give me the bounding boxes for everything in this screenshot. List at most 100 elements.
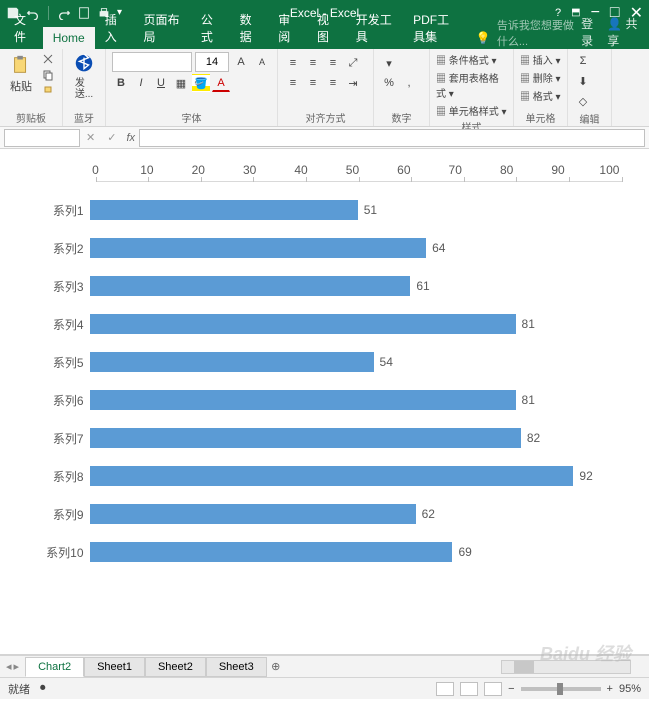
bar[interactable] xyxy=(90,504,416,524)
zoom-out-button[interactable]: − xyxy=(508,683,514,695)
tell-me-input[interactable]: 告诉我您想要做什么... xyxy=(497,17,581,49)
save-icon[interactable] xyxy=(6,6,20,20)
tab-formulas[interactable]: 公式 xyxy=(191,7,230,49)
normal-view-icon[interactable] xyxy=(436,682,454,696)
bar-row: 系列782 xyxy=(28,419,622,457)
tab-layout[interactable]: 页面布局 xyxy=(133,7,190,49)
align-right-icon[interactable]: ≡ xyxy=(324,74,342,92)
page-break-view-icon[interactable] xyxy=(484,682,502,696)
macro-record-icon[interactable]: ⏺ xyxy=(40,682,46,695)
bar[interactable] xyxy=(90,276,411,296)
clear-icon[interactable]: ◇ xyxy=(574,92,592,110)
name-box[interactable] xyxy=(4,129,80,147)
align-bottom-icon[interactable]: ≡ xyxy=(324,54,342,72)
bar[interactable] xyxy=(90,352,374,372)
font-label: 字体 xyxy=(112,109,271,125)
format-painter-icon[interactable] xyxy=(40,84,56,98)
copy-icon[interactable] xyxy=(40,68,56,82)
tab-pdf[interactable]: PDF工具集 xyxy=(403,7,470,49)
bluetooth-button[interactable]: 发送... xyxy=(69,52,99,102)
bar-value-label: 92 xyxy=(579,466,592,486)
bluetooth-label: 蓝牙 xyxy=(69,109,99,125)
category-label: 系列3 xyxy=(28,278,90,295)
font-size-input[interactable] xyxy=(195,52,229,72)
editing-label: 编辑 xyxy=(574,110,605,126)
horizontal-scrollbar[interactable] xyxy=(501,660,631,674)
category-label: 系列9 xyxy=(28,506,90,523)
bold-button[interactable]: B xyxy=(112,74,130,92)
sheet-tabs: ◂ ▸ Chart2Sheet1Sheet2Sheet3 ⊕ xyxy=(0,655,649,677)
bar-value-label: 82 xyxy=(527,428,540,448)
fx-icon[interactable]: fx xyxy=(122,132,139,144)
login-button[interactable]: 登录 xyxy=(581,15,599,49)
percent-icon[interactable]: % xyxy=(380,74,398,92)
undo-icon[interactable] xyxy=(26,6,40,20)
font-name-input[interactable] xyxy=(112,52,192,72)
cell-styles-button[interactable]: ▦ 单元格样式 ▾ xyxy=(436,103,507,118)
bar[interactable] xyxy=(90,542,453,562)
tab-nav-next-icon[interactable]: ▸ xyxy=(14,660,20,673)
zoom-in-button[interactable]: + xyxy=(607,683,613,695)
ribbon-tabs: 文件 Home 插入 页面布局 公式 数据 审阅 视图 开发工具 PDF工具集 … xyxy=(0,25,649,49)
align-middle-icon[interactable]: ≡ xyxy=(304,54,322,72)
bar-row: 系列481 xyxy=(28,305,622,343)
delete-cells-button[interactable]: ▦ 删除 ▾ xyxy=(520,70,561,85)
category-label: 系列2 xyxy=(28,240,90,257)
sheet-tab[interactable]: Sheet1 xyxy=(84,657,145,677)
new-icon[interactable] xyxy=(77,6,91,20)
table-format-button[interactable]: ▦ 套用表格格式 ▾ xyxy=(436,70,507,100)
orientation-icon[interactable]: ⤢ xyxy=(344,54,362,72)
italic-button[interactable]: I xyxy=(132,74,150,92)
align-left-icon[interactable]: ≡ xyxy=(284,74,302,92)
fx-enter-icon[interactable]: ✓ xyxy=(101,131,122,144)
cond-format-button[interactable]: ▦ 条件格式 ▾ xyxy=(436,52,507,67)
align-top-icon[interactable]: ≡ xyxy=(284,54,302,72)
bar[interactable] xyxy=(90,390,516,410)
bar[interactable] xyxy=(90,238,427,258)
decrease-font-icon[interactable]: A xyxy=(253,53,271,71)
chart-area[interactable]: 0102030405060708090100 系列151系列264系列361系列… xyxy=(0,149,649,655)
x-tick: 90 xyxy=(546,163,570,177)
sheet-tab[interactable]: Sheet2 xyxy=(145,657,206,677)
paste-button[interactable]: 粘贴 xyxy=(6,52,36,96)
share-button[interactable]: 👤 共享 xyxy=(607,15,639,49)
align-center-icon[interactable]: ≡ xyxy=(304,74,322,92)
indent-icon[interactable]: ⇥ xyxy=(344,74,362,92)
format-cells-button[interactable]: ▦ 格式 ▾ xyxy=(520,88,561,103)
bar[interactable] xyxy=(90,466,574,486)
fill-icon[interactable]: ⬇ xyxy=(574,72,592,90)
tab-nav-prev-icon[interactable]: ◂ xyxy=(6,660,12,673)
sheet-tab[interactable]: Chart2 xyxy=(25,657,84,677)
comma-icon[interactable]: , xyxy=(400,74,418,92)
zoom-slider[interactable] xyxy=(521,687,601,691)
autosum-icon[interactable]: Σ xyxy=(574,52,592,70)
group-clipboard: 粘贴 剪贴板 xyxy=(0,49,63,126)
page-layout-view-icon[interactable] xyxy=(460,682,478,696)
zoom-level[interactable]: 95% xyxy=(619,683,641,695)
font-color-icon[interactable]: A xyxy=(212,74,230,92)
group-editing: Σ ⬇ ◇ 编辑 xyxy=(568,49,612,126)
increase-font-icon[interactable]: A xyxy=(232,53,250,71)
border-icon[interactable]: ▦ xyxy=(172,74,190,92)
category-label: 系列4 xyxy=(28,316,90,333)
bar[interactable] xyxy=(90,314,516,334)
redo-icon[interactable] xyxy=(57,6,71,20)
bar-value-label: 51 xyxy=(364,200,377,220)
insert-cells-button[interactable]: ▦ 插入 ▾ xyxy=(520,52,561,67)
underline-button[interactable]: U xyxy=(152,74,170,92)
add-sheet-button[interactable]: ⊕ xyxy=(267,660,285,673)
print-icon[interactable] xyxy=(97,6,111,20)
sheet-tab[interactable]: Sheet3 xyxy=(206,657,267,677)
cut-icon[interactable] xyxy=(40,52,56,66)
bar-row: 系列151 xyxy=(28,191,622,229)
fill-color-icon[interactable]: 🪣 xyxy=(192,74,210,92)
fx-cancel-icon[interactable]: ✕ xyxy=(80,131,101,144)
bar[interactable] xyxy=(90,428,521,448)
number-format-icon[interactable]: ▾ xyxy=(380,54,398,72)
sheet-list: Chart2Sheet1Sheet2Sheet3 xyxy=(25,657,267,677)
tab-data[interactable]: 数据 xyxy=(230,7,269,49)
bar[interactable] xyxy=(90,200,358,220)
formula-input[interactable] xyxy=(139,129,645,147)
tab-home[interactable]: Home xyxy=(43,27,95,49)
bar-row: 系列1069 xyxy=(28,533,622,571)
